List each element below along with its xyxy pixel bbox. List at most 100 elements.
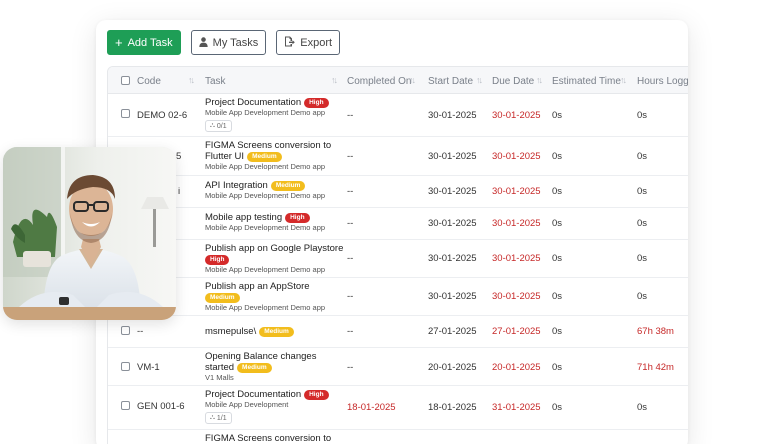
priority-badge: High: [205, 255, 230, 265]
project-name: Mobile App Development Demo app: [205, 265, 326, 274]
task-title[interactable]: Mobile app testing: [205, 212, 282, 223]
due-date: 30-01-2025: [492, 186, 541, 197]
sort-icon[interactable]: ↑↓: [331, 75, 338, 85]
estimated-time: 0s: [552, 402, 563, 413]
toolbar: + Add Task My Tasks Export: [107, 30, 341, 55]
task-title[interactable]: FIGMA Screens conversion to: [205, 433, 331, 444]
start-date: 30-01-2025: [428, 110, 477, 121]
task-title[interactable]: Opening Balance changes: [205, 351, 316, 362]
table-row[interactable]: 5 FIGMA Screens conversion to Flutter UI…: [108, 137, 688, 176]
table-header: Code ↑↓ Task ↑↓ Completed On ↑↓ Start Date ↑…: [108, 67, 688, 94]
task-cell[interactable]: Project Documentation High Mobile App Dev…: [205, 389, 329, 424]
hours-logged: 0s: [637, 151, 648, 162]
column-header-hours-logged[interactable]: Hours Logge: [637, 76, 688, 87]
start-date: 30-01-2025: [428, 151, 477, 162]
column-header-task[interactable]: Task ↑↓: [205, 75, 338, 87]
task-title-line2[interactable]: Flutter UI: [205, 151, 244, 162]
due-date: 30-01-2025: [492, 218, 541, 229]
table-row[interactable]: GEN 001-6 Project Documentation High Mobi…: [108, 386, 688, 430]
table-row[interactable]: -- msmepulse\ Medium -- 27-01-2025 27-01-…: [108, 316, 688, 348]
table-row[interactable]: Mobile app testing High Mobile App Develo…: [108, 208, 688, 240]
add-task-label: Add Task: [127, 36, 173, 49]
subtask-icon: ⛬: [210, 414, 215, 421]
row-checkbox[interactable]: [121, 109, 130, 118]
task-cell[interactable]: Opening Balance changes started Medium V1…: [205, 351, 316, 383]
hours-logged: 0s: [637, 402, 648, 413]
sort-icon[interactable]: ↑↓: [620, 75, 627, 85]
select-all-checkbox[interactable]: [121, 76, 130, 85]
project-name: Mobile App Development Demo app: [205, 303, 326, 312]
task-title[interactable]: Project Documentation: [205, 389, 301, 400]
project-name: V1 Malls: [205, 373, 234, 382]
completed-on: --: [347, 186, 354, 197]
sort-icon[interactable]: ↑↓: [476, 75, 483, 85]
task-title[interactable]: API Integration: [205, 180, 268, 191]
table-row[interactable]: DEMO 02-6 Project Documentation High Mobi…: [108, 94, 688, 137]
column-header-due-date[interactable]: Due Date ↑↓: [492, 75, 543, 87]
subtask-count: ⛬ 0/1: [205, 120, 232, 132]
task-code: VM-1: [137, 362, 160, 373]
table-row[interactable]: FIGMA Screens conversion to: [108, 430, 688, 444]
estimated-time: 0s: [552, 151, 563, 162]
task-cell[interactable]: Mobile app testing High Mobile App Develo…: [205, 212, 325, 233]
table-row[interactable]: Publish app an AppStore Medium Mobile Ap…: [108, 278, 688, 316]
task-code: DEMO 02-6: [137, 110, 188, 121]
start-date: 27-01-2025: [428, 326, 477, 337]
priority-badge: High: [304, 390, 329, 400]
table-row[interactable]: VM-1 Opening Balance changes started Medi…: [108, 348, 688, 386]
table-row[interactable]: Publish app on Google Playstore High Mob…: [108, 240, 688, 278]
completed-on: --: [347, 218, 354, 229]
my-tasks-button[interactable]: My Tasks: [190, 30, 267, 55]
task-cell[interactable]: API Integration Medium Mobile App Develop…: [205, 180, 325, 201]
priority-badge: Medium: [259, 327, 294, 337]
completed-on: --: [347, 362, 354, 373]
task-title[interactable]: Publish app on Google Playstore: [205, 243, 343, 254]
completed-on: --: [347, 253, 354, 264]
sort-icon[interactable]: ↑↓: [409, 75, 416, 85]
export-button[interactable]: Export: [276, 30, 341, 55]
estimated-time: 0s: [552, 253, 563, 264]
task-cell[interactable]: Publish app an AppStore Medium Mobile Ap…: [205, 281, 325, 313]
tasks-table: Code ↑↓ Task ↑↓ Completed On ↑↓ Start Date ↑…: [107, 66, 688, 444]
column-header-estimated-time[interactable]: Estimated Time ↑↓: [552, 75, 627, 87]
completed-on: --: [347, 110, 354, 121]
column-header-start-date[interactable]: Start Date ↑↓: [428, 75, 483, 87]
export-icon: [284, 36, 296, 49]
task-title-line2[interactable]: started: [205, 362, 234, 373]
estimated-time: 0s: [552, 110, 563, 121]
start-date: 30-01-2025: [428, 253, 477, 264]
task-title[interactable]: Project Documentation: [205, 97, 301, 108]
table-row[interactable]: i API Integration Medium Mobile App Devel…: [108, 176, 688, 208]
due-date: 30-01-2025: [492, 253, 541, 264]
user-icon: [198, 36, 208, 49]
task-cell[interactable]: Project Documentation High Mobile App Dev…: [205, 97, 329, 132]
completed-on: --: [347, 326, 354, 337]
sort-icon[interactable]: ↑↓: [188, 75, 195, 85]
add-task-button[interactable]: + Add Task: [107, 30, 181, 55]
row-checkbox[interactable]: [121, 326, 130, 335]
start-date: 30-01-2025: [428, 218, 477, 229]
column-header-code[interactable]: Code ↑↓: [137, 75, 195, 87]
my-tasks-label: My Tasks: [212, 36, 259, 49]
task-title[interactable]: Publish app an AppStore: [205, 281, 325, 292]
start-date: 30-01-2025: [428, 186, 477, 197]
project-name: Mobile App Development Demo app: [205, 191, 326, 200]
task-cell[interactable]: FIGMA Screens conversion to Flutter UI Me…: [205, 140, 331, 172]
estimated-time: 0s: [552, 291, 563, 302]
task-title[interactable]: FIGMA Screens conversion to: [205, 140, 331, 151]
hours-logged: 0s: [637, 253, 648, 264]
priority-badge: Medium: [205, 293, 240, 303]
task-cell[interactable]: Publish app on Google Playstore High Mob…: [205, 243, 343, 275]
task-cell[interactable]: FIGMA Screens conversion to: [205, 433, 331, 444]
project-name: Mobile App Development: [205, 400, 289, 409]
estimated-time: 0s: [552, 218, 563, 229]
task-title[interactable]: msmepulse\: [205, 326, 256, 337]
due-date: 30-01-2025: [492, 291, 541, 302]
column-header-completed-on[interactable]: Completed On ↑↓: [347, 75, 416, 87]
completed-on: --: [347, 291, 354, 302]
row-checkbox[interactable]: [121, 362, 130, 371]
task-cell[interactable]: msmepulse\ Medium: [205, 326, 294, 337]
sort-icon[interactable]: ↑↓: [536, 75, 543, 85]
row-checkbox[interactable]: [121, 401, 130, 410]
start-date: 20-01-2025: [428, 362, 477, 373]
